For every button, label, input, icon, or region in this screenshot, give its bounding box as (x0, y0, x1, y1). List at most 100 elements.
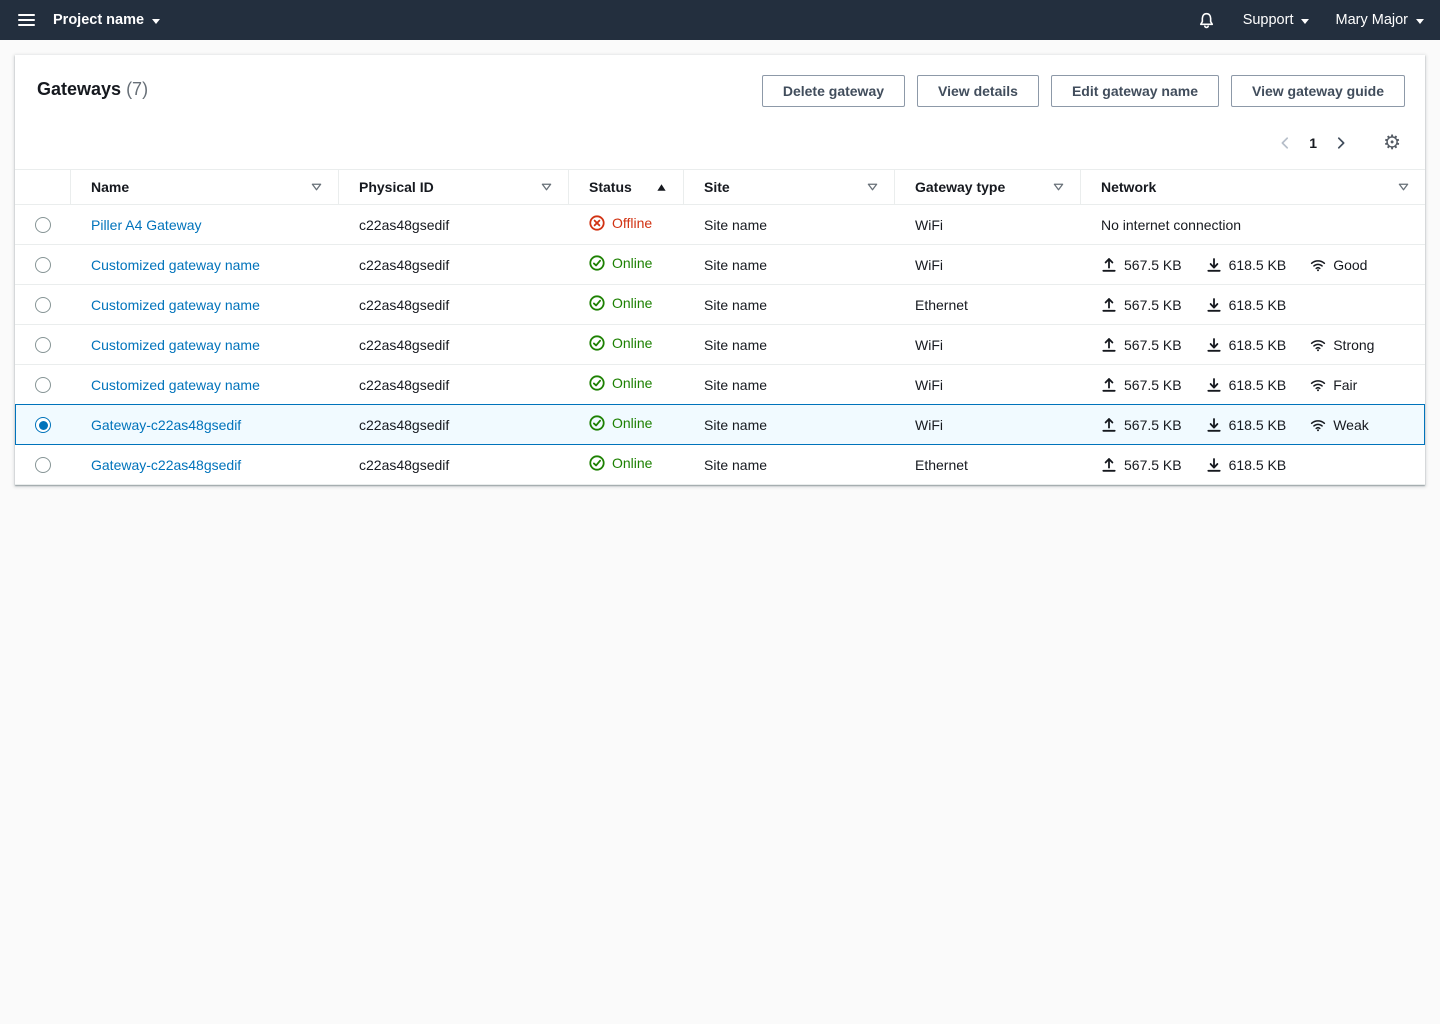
table-row[interactable]: Piller A4 Gatewayc22as48gsedifOfflineSit… (15, 205, 1425, 245)
view-gateway-guide-button[interactable]: View gateway guide (1231, 75, 1405, 107)
column-header-site[interactable]: Site (684, 169, 895, 205)
wifi-strength: Good (1310, 257, 1367, 273)
previous-page-button[interactable] (1273, 131, 1297, 155)
table-preferences-button[interactable]: ⚙︎ (1383, 133, 1401, 153)
current-page-number: 1 (1309, 135, 1317, 151)
filter-icon[interactable] (867, 182, 878, 193)
chevron-left-icon (1278, 136, 1292, 150)
network-cell: 567.5 KB 618.5 KB (1101, 297, 1409, 313)
upload-stat: 567.5 KB (1101, 377, 1182, 393)
sort-ascending-icon[interactable] (656, 182, 667, 193)
status-badge: Online (589, 455, 652, 471)
filter-icon[interactable] (311, 182, 322, 193)
table-row[interactable]: Customized gateway name c22as48gsedif Onli… (15, 325, 1425, 365)
site-cell: Site name (684, 245, 895, 285)
status-offline-icon (589, 215, 605, 231)
caret-down-icon (1416, 19, 1424, 24)
site-cell: Site name (684, 325, 895, 365)
user-dropdown[interactable]: Mary Major (1335, 12, 1424, 28)
status-badge: Online (589, 255, 652, 271)
gateway-name-link[interactable]: Customized gateway name (91, 257, 260, 273)
table-row[interactable]: Gateway-c22as48gsedifc22as48gsedifOnline… (15, 405, 1425, 445)
upload-icon (1101, 337, 1117, 353)
row-select-radio[interactable] (35, 417, 51, 433)
delete-gateway-button[interactable]: Delete gateway (762, 75, 905, 107)
gateway-name-link[interactable]: Gateway-c22as48gsedif (91, 417, 241, 433)
gateway-name-link[interactable]: Gateway-c22as48gsedif (91, 457, 241, 473)
column-header-physical-id[interactable]: Physical ID (339, 169, 569, 205)
gateway-name-link[interactable]: Customized gateway name (91, 337, 260, 353)
upload-icon (1101, 257, 1117, 273)
column-header-status[interactable]: Status (569, 169, 684, 205)
row-select-radio[interactable] (35, 217, 51, 233)
download-icon (1206, 417, 1222, 433)
next-page-button[interactable] (1329, 131, 1353, 155)
gateway-count: (7) (126, 79, 148, 99)
table-row[interactable]: Gateway-c22as48gsedif c22as48gsedif Online… (15, 445, 1425, 485)
view-details-button[interactable]: View details (917, 75, 1039, 107)
notifications-button[interactable] (1196, 10, 1217, 31)
status-badge: Offline (589, 215, 652, 231)
download-stat: 618.5 KB (1206, 377, 1287, 393)
filter-icon[interactable] (1053, 182, 1064, 193)
download-stat: 618.5 KB (1206, 337, 1287, 353)
row-select-radio[interactable] (35, 257, 51, 273)
table-row[interactable]: Customized gateway namec22as48gsedifOnli… (15, 245, 1425, 285)
status-online-icon (589, 255, 605, 271)
support-label: Support (1243, 12, 1294, 28)
download-stat: 618.5 KB (1206, 297, 1287, 313)
physical-id-cell: c22as48gsedif (339, 365, 569, 405)
download-stat: 618.5 KB (1206, 417, 1287, 433)
row-select-radio[interactable] (35, 297, 51, 313)
column-header-name[interactable]: Name (71, 169, 339, 205)
download-icon (1206, 257, 1222, 273)
filter-icon[interactable] (1398, 182, 1409, 193)
physical-id-cell: c22as48gsedif (339, 325, 569, 365)
download-icon (1206, 377, 1222, 393)
upload-stat: 567.5 KB (1101, 417, 1182, 433)
edit-gateway-name-button[interactable]: Edit gateway name (1051, 75, 1219, 107)
upload-stat: 567.5 KB (1101, 297, 1182, 313)
column-header-network[interactable]: Network (1081, 169, 1425, 205)
caret-down-icon (1301, 19, 1309, 24)
site-cell: Site name (684, 405, 895, 445)
project-dropdown[interactable]: Project name (53, 12, 160, 28)
status-badge: Online (589, 335, 652, 351)
wifi-icon (1310, 417, 1326, 433)
user-name-label: Mary Major (1335, 12, 1408, 28)
project-name-label: Project name (53, 12, 144, 28)
table-row[interactable]: Customized gateway name c22as48gsedif Onli… (15, 365, 1425, 405)
filter-icon[interactable] (541, 182, 552, 193)
gateway-name-link[interactable]: Customized gateway name (91, 377, 260, 393)
caret-down-icon (152, 19, 160, 24)
upload-icon (1101, 377, 1117, 393)
page-content: Gateways(7) Delete gateway View details … (0, 55, 1440, 485)
upload-icon (1101, 417, 1117, 433)
row-select-radio[interactable] (35, 377, 51, 393)
column-header-gateway-type[interactable]: Gateway type (895, 169, 1081, 205)
status-online-icon (589, 335, 605, 351)
gear-icon: ⚙︎ (1383, 133, 1401, 153)
hamburger-icon (18, 14, 35, 16)
network-cell: 567.5 KB618.5 KB (1101, 457, 1409, 473)
status-badge: Online (589, 375, 652, 391)
site-cell: Site name (684, 365, 895, 405)
gateway-name-link[interactable]: Customized gateway name (91, 297, 260, 313)
panel-header: Gateways(7) Delete gateway View details … (15, 55, 1425, 115)
wifi-icon (1310, 257, 1326, 273)
gateway-table-body: Piller A4 Gateway c22as48gsedif Offline Sit… (15, 205, 1425, 485)
status-badge: Online (589, 415, 652, 431)
table-row[interactable]: Customized gateway namec22as48gsedifOnli… (15, 285, 1425, 325)
gateway-name-link[interactable]: Piller A4 Gateway (91, 217, 202, 233)
gateway-type-cell: WiFi (895, 245, 1081, 285)
row-select-radio[interactable] (35, 457, 51, 473)
menu-toggle-button[interactable] (16, 9, 37, 31)
wifi-strength: Strong (1310, 337, 1374, 353)
site-cell: Site name (684, 285, 895, 325)
row-select-radio[interactable] (35, 337, 51, 353)
download-icon (1206, 297, 1222, 313)
page-title: Gateways(7) (37, 75, 148, 103)
upload-stat: 567.5 KB (1101, 457, 1182, 473)
physical-id-cell: c22as48gsedif (339, 445, 569, 485)
support-dropdown[interactable]: Support (1243, 12, 1310, 28)
